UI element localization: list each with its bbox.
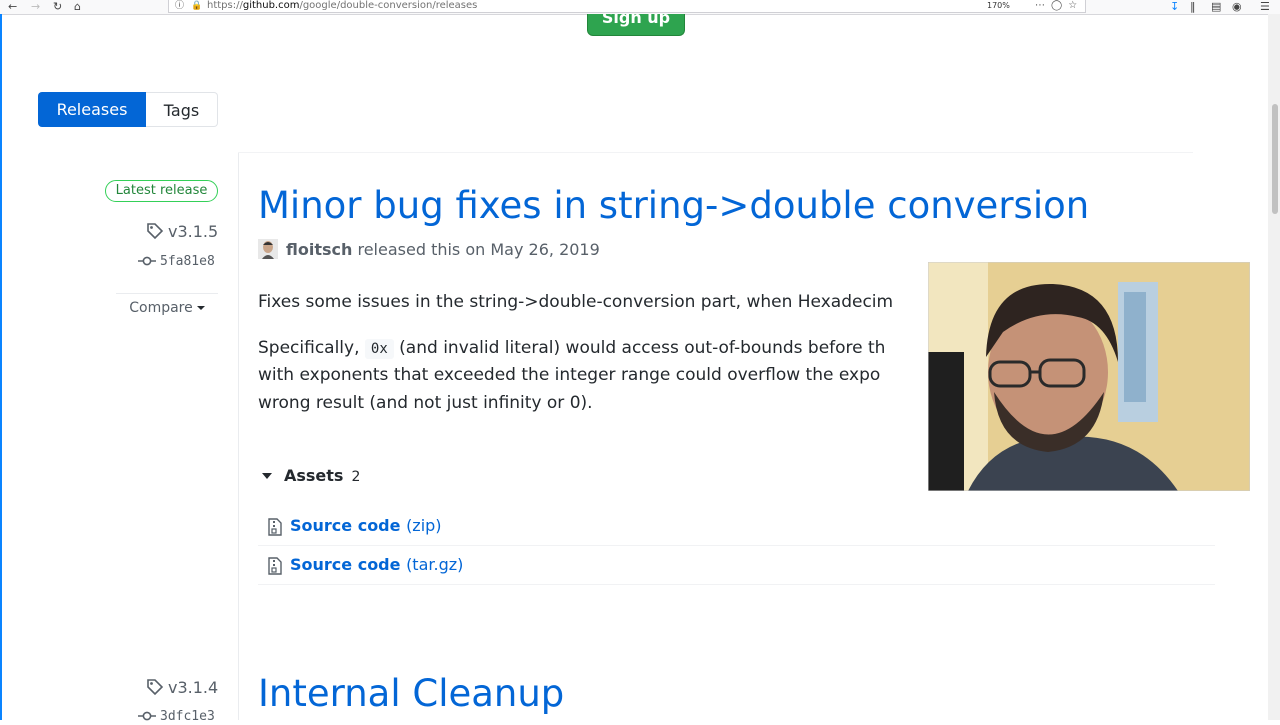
downloads-icon[interactable]: ↧	[1170, 0, 1179, 13]
scrollbar[interactable]	[1268, 14, 1280, 720]
zoom-level[interactable]: 170%	[987, 1, 1010, 11]
tag-icon	[147, 223, 164, 240]
release-tag[interactable]: v3.1.5	[146, 222, 218, 242]
home-icon[interactable]: ⌂	[74, 0, 81, 13]
latest-release-badge: Latest release	[105, 180, 218, 202]
release-tag[interactable]: v3.1.4	[146, 678, 218, 698]
caret-down-icon	[196, 306, 205, 310]
page-focus-border	[0, 14, 2, 720]
tag-icon	[147, 679, 164, 696]
release-author-line: floitsch released this on May 26, 2019	[258, 239, 600, 261]
release-body-paragraph: Fixes some issues in the string->double-…	[258, 292, 894, 312]
file-zip-icon	[268, 518, 282, 536]
page-actions-icon[interactable]: ⋯◯☆	[1035, 0, 1083, 12]
inline-code: 0x	[364, 339, 394, 359]
scrollbar-thumb[interactable]	[1272, 104, 1278, 214]
commit-icon	[138, 711, 156, 721]
url-text[interactable]: https://github.com/google/double-convers…	[207, 0, 477, 12]
address-bar[interactable]: ⓘ 🔒 https://github.com/google/double-con…	[168, 0, 1086, 13]
release-commit[interactable]: 5fa81e8	[138, 254, 215, 270]
tab-releases[interactable]: Releases	[38, 92, 146, 127]
file-zip-icon	[268, 557, 282, 575]
release-body-paragraph: Specifically, 0x (and invalid literal) w…	[258, 338, 886, 359]
commit-icon	[138, 256, 156, 266]
asset-link-zip[interactable]: Source code (zip)	[290, 515, 442, 537]
release-body-paragraph: with exponents that exceeded the integer…	[258, 365, 881, 385]
tab-tags[interactable]: Tags	[146, 92, 218, 127]
sidebar-icon[interactable]: ▤	[1211, 0, 1221, 13]
browser-toolbar: ← → ↻ ⌂ ⓘ 🔒 https://github.com/google/do…	[0, 0, 1280, 15]
avatar[interactable]	[258, 239, 278, 259]
info-icon[interactable]: ⓘ	[175, 0, 184, 13]
account-icon[interactable]: ◉	[1232, 0, 1242, 13]
menu-icon[interactable]: ☰	[1260, 0, 1270, 13]
release-timeline	[238, 152, 239, 720]
release-title[interactable]: Minor bug fixes in string->double conver…	[258, 184, 1089, 228]
assets-toggle[interactable]: Assets 2	[258, 465, 360, 488]
author-link[interactable]: floitsch	[286, 240, 352, 259]
release-title[interactable]: Internal Cleanup	[258, 672, 564, 716]
release-commit[interactable]: 3dfc1e3	[138, 709, 215, 725]
triangle-down-icon	[262, 473, 272, 479]
reload-icon[interactable]: ↻	[53, 0, 62, 13]
lock-icon: 🔒	[191, 1, 203, 11]
asset-link-targz[interactable]: Source code (tar.gz)	[290, 554, 463, 576]
release-body-paragraph: wrong result (and not just infinity or 0…	[258, 393, 593, 413]
forward-icon[interactable]: →	[31, 0, 40, 13]
asset-row[interactable]: Source code (tar.gz)	[258, 547, 1215, 585]
assets-count: 2	[351, 469, 361, 485]
webcam-overlay	[928, 262, 1250, 491]
asset-row[interactable]: Source code (zip)	[258, 508, 1215, 546]
back-icon[interactable]: ←	[8, 0, 17, 13]
divider	[238, 152, 1193, 153]
compare-button[interactable]: Compare	[116, 293, 218, 321]
library-icon[interactable]: ‖	[1190, 0, 1196, 13]
signup-button[interactable]: Sign up	[587, 14, 685, 36]
presenter-video-image	[928, 262, 1250, 491]
